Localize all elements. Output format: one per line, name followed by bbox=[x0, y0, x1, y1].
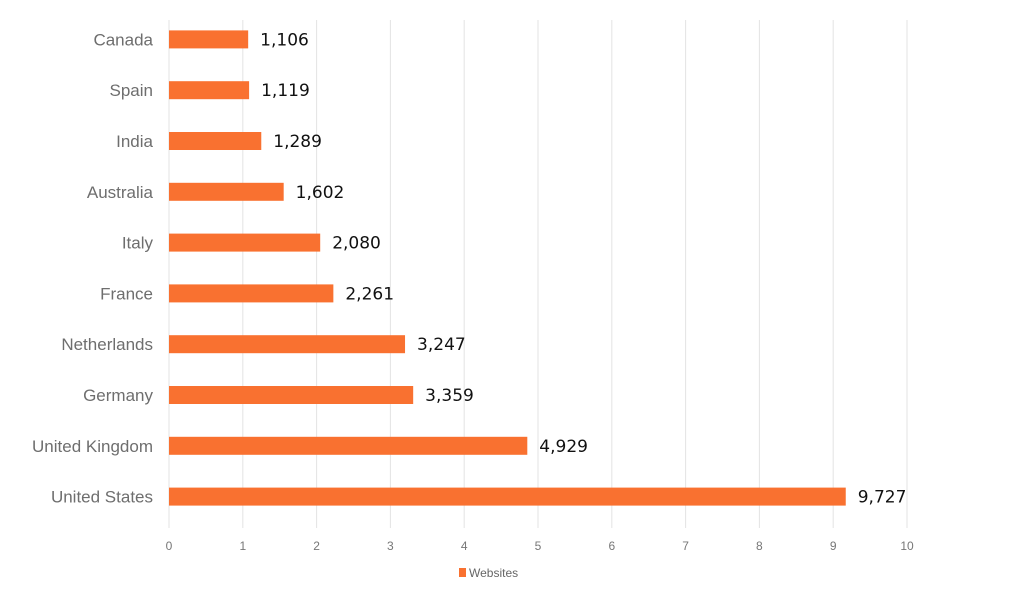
x-tick-label: 10 bbox=[900, 539, 914, 553]
data-label: 4,929 bbox=[539, 437, 588, 457]
x-tick-label: 3 bbox=[387, 539, 394, 553]
bar bbox=[169, 487, 846, 506]
category-label: France bbox=[100, 284, 153, 303]
data-label: 3,359 bbox=[425, 386, 474, 406]
bar bbox=[169, 81, 250, 100]
x-tick-label: 4 bbox=[461, 539, 468, 553]
bar bbox=[169, 233, 321, 252]
data-label: 3,247 bbox=[417, 335, 466, 355]
bar bbox=[169, 284, 334, 303]
bar bbox=[169, 182, 284, 201]
bar bbox=[169, 436, 528, 455]
bar bbox=[169, 132, 262, 150]
data-label: 1,602 bbox=[296, 183, 345, 203]
category-label: Italy bbox=[122, 234, 154, 253]
bar bbox=[169, 386, 414, 404]
x-tick-label: 1 bbox=[239, 539, 246, 553]
x-tick-label: 7 bbox=[682, 539, 689, 553]
category-label: Germany bbox=[83, 386, 153, 405]
x-tick-label: 9 bbox=[830, 539, 837, 553]
bar bbox=[169, 335, 406, 354]
category-label: United Kingdom bbox=[32, 437, 153, 456]
category-label: United States bbox=[51, 488, 153, 507]
category-label: Spain bbox=[110, 81, 153, 100]
data-label: 1,106 bbox=[260, 30, 309, 50]
bar bbox=[169, 30, 249, 49]
data-label: 2,080 bbox=[332, 234, 381, 254]
data-label: 1,289 bbox=[273, 132, 322, 152]
chart-svg: 0 1 2 3 4 5 6 7 8 9 10 Canada 1,106 Spain 1,119 India 1,… bbox=[32, 20, 914, 580]
x-tick-label: 6 bbox=[608, 539, 615, 553]
category-label: India bbox=[116, 132, 153, 151]
legend-swatch bbox=[459, 568, 466, 577]
x-tick-label: 0 bbox=[166, 539, 173, 553]
category-label: Australia bbox=[87, 183, 154, 202]
data-label: 2,261 bbox=[345, 284, 394, 304]
category-label: Canada bbox=[93, 30, 153, 49]
x-tick-label: 2 bbox=[313, 539, 320, 553]
x-tick-label: 8 bbox=[756, 539, 763, 553]
bar-chart: 0 1 2 3 4 5 6 7 8 9 10 Canada 1,106 Spain 1,119 India 1,… bbox=[0, 0, 1024, 597]
data-label: 9,727 bbox=[858, 488, 907, 508]
data-label: 1,119 bbox=[261, 81, 310, 101]
legend-label: Websites bbox=[469, 566, 518, 580]
x-tick-label: 5 bbox=[535, 539, 542, 553]
category-label: Netherlands bbox=[61, 335, 153, 354]
